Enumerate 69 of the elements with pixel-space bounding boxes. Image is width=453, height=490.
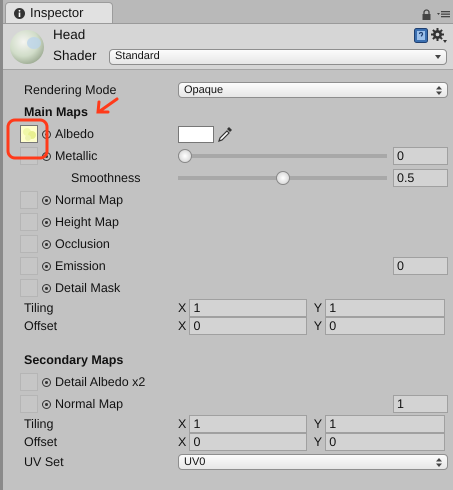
annotation-arrow bbox=[96, 98, 118, 114]
number-field[interactable]: 0 bbox=[325, 317, 446, 336]
number-field[interactable]: 1 bbox=[393, 395, 448, 414]
field-label: Detail Mask bbox=[55, 280, 120, 297]
object-picker-icon[interactable] bbox=[42, 218, 51, 227]
object-picker-icon[interactable] bbox=[42, 130, 51, 139]
object-picker-icon[interactable] bbox=[42, 378, 51, 387]
object-picker-icon[interactable] bbox=[42, 400, 51, 409]
number-field[interactable]: 1 bbox=[189, 415, 308, 434]
slider-thumb[interactable] bbox=[178, 149, 192, 164]
uv-set-dropdown[interactable]: UV0 bbox=[178, 454, 448, 470]
field-label: Detail Albedo x2 bbox=[55, 374, 146, 391]
caret-icon bbox=[435, 54, 441, 58]
number-field[interactable]: 0 bbox=[189, 433, 308, 452]
axis-label: X bbox=[178, 416, 186, 433]
object-picker-icon[interactable] bbox=[42, 284, 51, 293]
object-picker-icon[interactable] bbox=[42, 240, 51, 249]
field-label: Smoothness bbox=[71, 170, 140, 187]
field-label: Occlusion bbox=[55, 236, 110, 253]
number-field[interactable]: 0 bbox=[393, 257, 448, 276]
number-field[interactable]: 0 bbox=[189, 317, 308, 336]
number-field[interactable]: 0 bbox=[325, 433, 446, 452]
number-field[interactable]: 1 bbox=[325, 299, 446, 318]
field-label: Shader bbox=[53, 47, 97, 66]
object-picker-icon[interactable] bbox=[42, 262, 51, 271]
field-label: Normal Map bbox=[55, 396, 124, 413]
field-label: UV Set bbox=[24, 454, 64, 471]
number-field[interactable]: 1 bbox=[189, 299, 308, 318]
number-field[interactable]: 0.5 bbox=[393, 169, 448, 188]
axis-label: X bbox=[178, 434, 186, 451]
axis-label: Y bbox=[314, 416, 322, 433]
up-down-caret-icon bbox=[436, 458, 442, 467]
object-picker-icon[interactable] bbox=[42, 196, 51, 205]
field-label: Offset bbox=[24, 318, 58, 335]
field-label: Metallic bbox=[55, 148, 98, 165]
axis-label: Y bbox=[314, 300, 322, 317]
field-label: Height Map bbox=[55, 214, 119, 231]
axis-label: X bbox=[178, 300, 186, 317]
material-name: Head bbox=[53, 26, 86, 44]
eyedropper-icon[interactable] bbox=[217, 126, 234, 143]
info-icon bbox=[14, 8, 25, 18]
field-label: Offset bbox=[24, 434, 58, 451]
axis-label: X bbox=[178, 318, 186, 335]
field-label: Tiling bbox=[24, 300, 54, 317]
section-title: Main Maps bbox=[23, 104, 88, 121]
color-swatch[interactable] bbox=[178, 126, 214, 143]
slider-thumb[interactable] bbox=[276, 171, 290, 186]
material-sphere-icon bbox=[9, 28, 45, 64]
menu-icon[interactable] bbox=[436, 10, 450, 18]
object-picker-icon[interactable] bbox=[42, 152, 51, 161]
settings-icon[interactable] bbox=[431, 28, 447, 44]
field-label: Tiling bbox=[24, 416, 54, 433]
highlight-rectangle bbox=[6, 118, 48, 160]
axis-label: Y bbox=[314, 318, 322, 335]
field-label: Rendering Mode bbox=[24, 82, 116, 99]
field-label: Emission bbox=[55, 258, 106, 275]
lock-icon[interactable] bbox=[422, 8, 431, 20]
texture-thumbnail[interactable] bbox=[20, 125, 38, 144]
axis-label: Y bbox=[314, 434, 322, 451]
field-label: Normal Map bbox=[55, 192, 124, 209]
rendering-mode-dropdown[interactable]: Opaque bbox=[178, 82, 448, 98]
inspector-tab[interactable]: Inspector bbox=[5, 2, 113, 23]
help-icon[interactable] bbox=[414, 28, 428, 43]
number-field[interactable]: 0 bbox=[393, 147, 448, 166]
field-label: Albedo bbox=[55, 126, 94, 143]
up-down-caret-icon bbox=[436, 86, 442, 95]
section-title: Secondary Maps bbox=[23, 352, 124, 369]
number-field[interactable]: 1 bbox=[325, 415, 446, 434]
shader-dropdown[interactable]: Standard bbox=[109, 48, 447, 64]
